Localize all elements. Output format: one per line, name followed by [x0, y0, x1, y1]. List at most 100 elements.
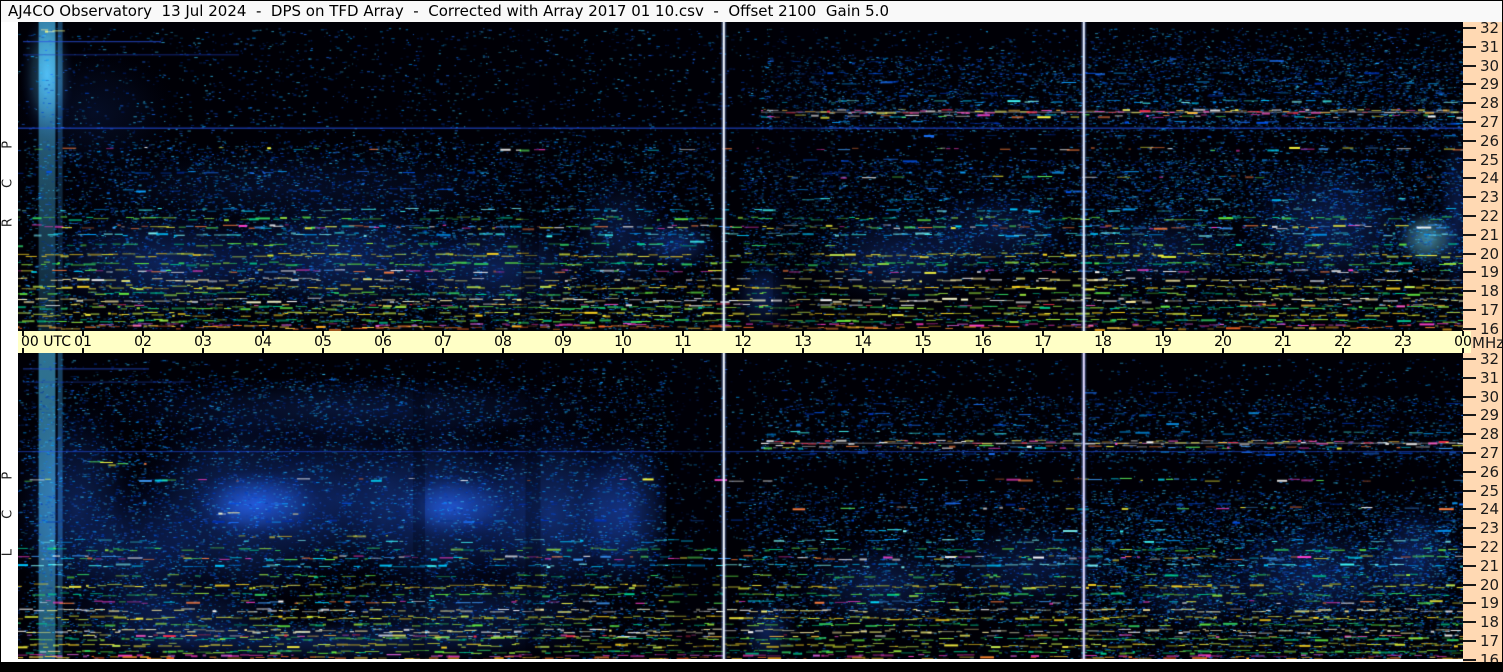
- frequency-tick-label: 22: [1480, 538, 1500, 556]
- time-tick-label: 15: [914, 334, 932, 350]
- frequency-tick-label: 23: [1480, 519, 1500, 538]
- frequency-tick-label: 26: [1480, 131, 1500, 150]
- frequency-tick-label: 29: [1480, 75, 1500, 94]
- frequency-tick: [1463, 271, 1476, 274]
- frequency-tick-label: 20: [1480, 244, 1500, 263]
- time-tick-label: 19: [1154, 334, 1172, 350]
- frequency-tick: [1463, 64, 1476, 67]
- frequency-tick-label: 26: [1480, 462, 1500, 481]
- frequency-tick-label: 20: [1480, 575, 1500, 594]
- frequency-tick: [1463, 414, 1476, 417]
- frequency-tick: [1463, 290, 1476, 293]
- frequency-tick: [1463, 658, 1476, 661]
- time-axis: 00 UTC 01 02 03 04 05 06 07 08 09 10 11 12 13 14 15 16 17…: [18, 331, 1472, 353]
- frequency-axis-rcp: 32 31 30 29 28 27 26 25 24 23 22 21 20 19 18 17 16: [1463, 19, 1502, 337]
- frequency-tick: [1463, 327, 1476, 330]
- frequency-tick: [1463, 45, 1476, 48]
- frequency-tick: [1463, 358, 1476, 360]
- frequency-tick-label: 31: [1480, 368, 1500, 387]
- frequency-unit-label: MHz: [1472, 334, 1503, 352]
- time-tick-label: 11: [674, 334, 692, 350]
- time-tick-label: 21: [1274, 334, 1292, 350]
- frequency-tick-label: 17: [1480, 301, 1500, 319]
- window-title: AJ4CO Observatory 13 Jul 2024 - DPS on T…: [8, 2, 889, 20]
- frequency-tick-label: 18: [1480, 613, 1500, 632]
- time-tick-label: 18: [1094, 334, 1112, 350]
- frequency-tick-label: 19: [1480, 263, 1500, 282]
- time-tick-label: 04: [254, 334, 272, 350]
- time-tick-label: 10: [614, 334, 632, 350]
- frequency-tick: [1463, 196, 1476, 199]
- frequency-tick: [1463, 489, 1476, 492]
- frequency-tick-label: 28: [1480, 425, 1500, 444]
- frequency-tick-label: 24: [1480, 500, 1500, 519]
- frequency-tick: [1463, 102, 1476, 105]
- time-tick-label: 13: [794, 334, 812, 350]
- frequency-tick: [1463, 602, 1476, 605]
- time-tick-label: 17: [1034, 334, 1052, 350]
- frequency-tick-label: 30: [1480, 387, 1500, 406]
- frequency-tick-label: 22: [1480, 207, 1500, 225]
- frequency-tick: [1463, 546, 1476, 548]
- frequency-tick: [1463, 309, 1476, 311]
- time-tick-label: 00 UTC: [21, 334, 72, 350]
- title-bar: AJ4CO Observatory 13 Jul 2024 - DPS on T…: [1, 1, 1502, 22]
- frequency-tick: [1463, 564, 1476, 567]
- time-tick-label: 06: [374, 334, 392, 350]
- frequency-tick: [1463, 177, 1476, 180]
- frequency-tick-label: 29: [1480, 406, 1500, 425]
- frequency-tick: [1463, 621, 1476, 624]
- frequency-tick-label: 28: [1480, 94, 1500, 113]
- frequency-tick: [1463, 395, 1476, 398]
- time-tick-label: 05: [314, 334, 332, 350]
- time-tick-label: 01: [74, 334, 92, 350]
- rcp-spectrogram: [18, 22, 1463, 331]
- frequency-tick-label: 18: [1480, 282, 1500, 301]
- frequency-tick-label: 32: [1480, 19, 1500, 37]
- frequency-tick: [1463, 433, 1476, 436]
- lcp-panel-label: L C P: [0, 458, 16, 557]
- frequency-tick-label: 23: [1480, 188, 1500, 207]
- frequency-tick: [1463, 470, 1476, 473]
- time-tick-label: 03: [194, 334, 212, 350]
- time-tick-label: 12: [734, 334, 752, 350]
- frequency-tick-label: 30: [1480, 56, 1500, 75]
- frequency-tick-label: 17: [1480, 632, 1500, 650]
- frequency-tick: [1463, 508, 1476, 511]
- lcp-spectrogram: [18, 353, 1463, 659]
- frequency-tick-label: 27: [1480, 444, 1500, 462]
- frequency-tick-label: 21: [1480, 556, 1500, 575]
- frequency-tick: [1463, 215, 1476, 217]
- frequency-tick-label: 24: [1480, 169, 1500, 188]
- rcp-panel-label: R C P: [0, 127, 16, 228]
- time-tick-label: 00: [1454, 334, 1472, 350]
- frequency-tick: [1463, 83, 1476, 86]
- time-tick-label: 20: [1214, 334, 1232, 350]
- frequency-tick: [1463, 376, 1476, 379]
- frequency-tick-label: 21: [1480, 225, 1500, 244]
- time-tick-label: 09: [554, 334, 572, 350]
- frequency-tick: [1463, 139, 1476, 142]
- frequency-axis-lcp: 32 31 30 29 28 27 26 25 24 23 22 21 20 19 18 17 16: [1463, 350, 1502, 668]
- frequency-tick-label: 25: [1480, 150, 1500, 169]
- frequency-tick: [1463, 452, 1476, 454]
- frequency-tick: [1463, 583, 1476, 586]
- time-tick-label: 08: [494, 334, 512, 350]
- frequency-tick-label: 27: [1480, 113, 1500, 131]
- time-tick-label: 02: [134, 334, 152, 350]
- frequency-tick: [1463, 252, 1476, 255]
- frequency-tick: [1463, 158, 1476, 161]
- dps-spectrograph-window: AJ4CO Observatory 13 Jul 2024 - DPS on T…: [0, 0, 1503, 672]
- frequency-tick: [1463, 527, 1476, 530]
- time-tick-label: 16: [974, 334, 992, 350]
- frequency-tick-label: 31: [1480, 37, 1500, 56]
- frequency-tick-label: 19: [1480, 594, 1500, 613]
- frequency-tick: [1463, 640, 1476, 642]
- frequency-tick: [1463, 27, 1476, 29]
- frequency-tick-label: 32: [1480, 350, 1500, 368]
- bottom-strip: [1, 662, 1502, 671]
- time-tick-label: 23: [1394, 334, 1412, 350]
- time-tick-label: 22: [1334, 334, 1352, 350]
- time-tick-label: 07: [434, 334, 452, 350]
- frequency-tick-label: 25: [1480, 481, 1500, 500]
